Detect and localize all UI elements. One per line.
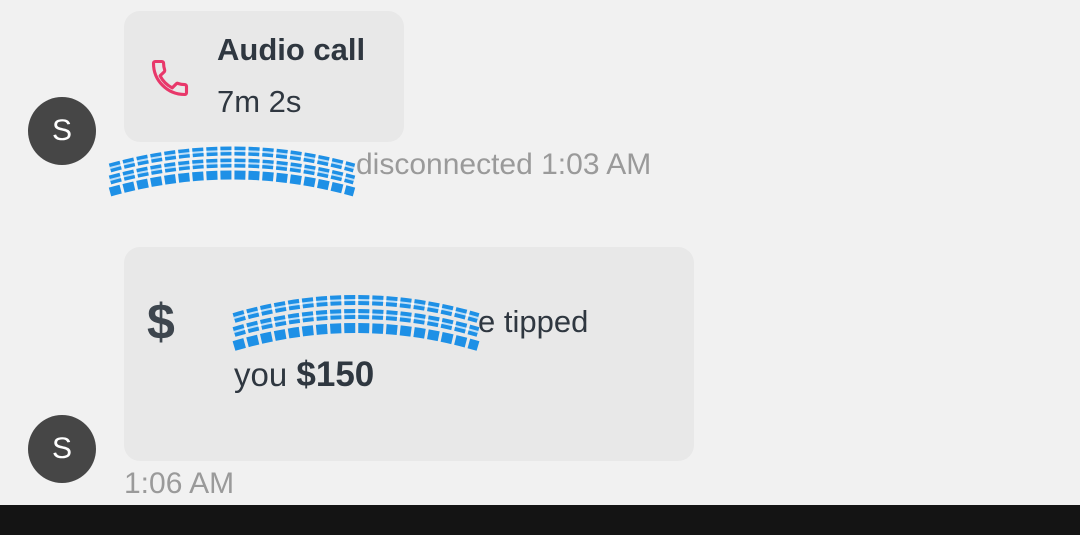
avatar[interactable]: S — [28, 415, 96, 483]
tip-text-suffix: e tipped — [478, 304, 589, 339]
dollar-icon: $ — [147, 294, 175, 350]
phone-icon — [151, 59, 189, 97]
tip-time: 1:06 AM — [124, 467, 235, 500]
redaction-scribble — [108, 146, 356, 197]
audio-call-bubble[interactable]: Audio call 7m 2s — [124, 11, 404, 142]
bottom-bar — [0, 505, 1080, 535]
avatar[interactable]: S — [28, 97, 96, 165]
call-duration: 7m 2s — [217, 84, 302, 119]
call-title: Audio call — [217, 32, 366, 67]
call-status: disconnected 1:03 AM — [356, 148, 652, 181]
redaction-scribble — [232, 295, 480, 351]
